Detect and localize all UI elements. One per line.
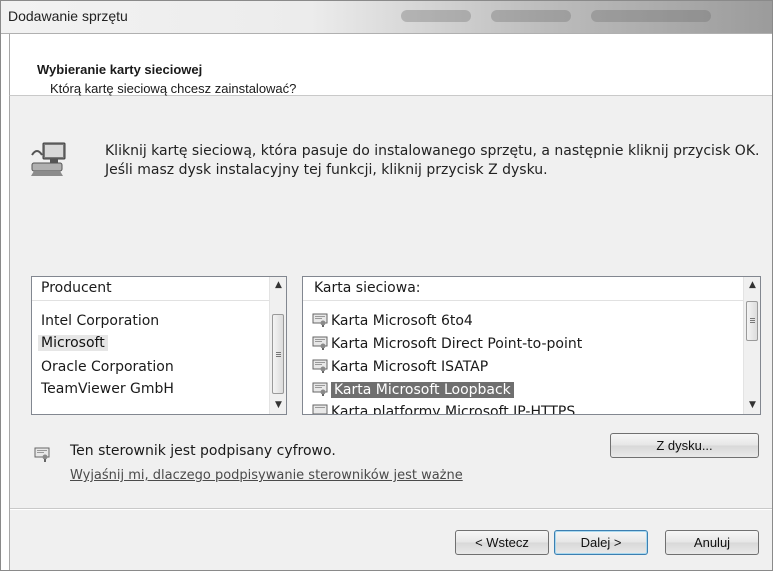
instructions-line-1: Kliknij kartę sieciową, która pasuje do … [105, 143, 760, 159]
manufacturer-list[interactable]: Producent Intel Corporation Microsoft Or… [31, 276, 287, 415]
wizard-header: Wybieranie karty sieciowej Którą kartę s… [9, 34, 772, 96]
signed-driver-icon [34, 447, 50, 462]
manufacturer-scrollbar[interactable]: ▲ ▼ [269, 277, 286, 414]
list-item[interactable]: TeamViewer GmbH [32, 378, 174, 400]
page-subtitle: Którą kartę sieciową chcesz zainstalować… [50, 81, 297, 96]
next-button[interactable]: Dalej > [554, 530, 648, 555]
driver-certificate-icon [312, 382, 328, 396]
adapter-list[interactable]: Karta sieciowa: Karta Microsoft 6to4 Kar… [302, 276, 761, 415]
scroll-up-arrow-icon[interactable]: ▲ [270, 277, 286, 294]
list-item[interactable]: Karta Microsoft Direct Point-to-point [303, 333, 582, 355]
manufacturer-column-header[interactable]: Producent [32, 277, 270, 301]
title-bar-blur [491, 10, 571, 22]
list-item[interactable]: Karta Microsoft 6to4 [303, 310, 473, 332]
wizard-body: Kliknij kartę sieciową, która pasuje do … [9, 96, 772, 570]
driver-certificate-icon [312, 336, 328, 350]
list-item[interactable]: Intel Corporation [32, 310, 159, 332]
list-item[interactable]: Microsoft [32, 332, 108, 354]
adapter-scrollbar[interactable]: ▲ ▼ [743, 277, 760, 414]
title-bar-blur [401, 10, 471, 22]
driver-certificate-icon [312, 313, 328, 327]
title-bar-blur [591, 10, 711, 22]
instructions: Kliknij kartę sieciową, która pasuje do … [105, 142, 759, 180]
footer-divider [10, 508, 772, 510]
scroll-down-arrow-icon[interactable]: ▼ [744, 397, 760, 414]
scroll-thumb[interactable] [272, 314, 284, 394]
cancel-button[interactable]: Anuluj [665, 530, 759, 555]
scroll-thumb[interactable] [746, 301, 758, 341]
window-title: Dodawanie sprzętu [8, 8, 128, 24]
add-hardware-wizard-window: Dodawanie sprzętu Wybieranie karty sieci… [0, 0, 773, 571]
list-item-selected[interactable]: Karta Microsoft Loopback [303, 379, 514, 401]
adapter-column-header[interactable]: Karta sieciowa: [303, 277, 744, 301]
have-disk-button[interactable]: Z dysku... [610, 433, 759, 458]
instructions-line-2: Jeśli masz dysk instalacyjny tej funkcji… [105, 162, 548, 178]
driver-certificate-icon [312, 404, 328, 414]
driver-certificate-icon [312, 359, 328, 373]
signature-status: Ten sterownik jest podpisany cyfrowo. [70, 443, 336, 459]
list-item[interactable]: Karta Microsoft ISATAP [303, 356, 488, 378]
list-item[interactable]: Oracle Corporation [32, 356, 174, 378]
page-title: Wybieranie karty sieciowej [37, 62, 203, 77]
scroll-up-arrow-icon[interactable]: ▲ [744, 277, 760, 294]
driver-signing-help-link[interactable]: Wyjaśnij mi, dlaczego podpisywanie stero… [70, 468, 463, 483]
network-computer-icon [31, 142, 66, 176]
back-button[interactable]: < Wstecz [455, 530, 549, 555]
scroll-down-arrow-icon[interactable]: ▼ [270, 397, 286, 414]
title-bar[interactable]: Dodawanie sprzętu [1, 1, 772, 34]
list-item[interactable]: Karta platformy Microsoft IP-HTTPS [303, 401, 575, 414]
